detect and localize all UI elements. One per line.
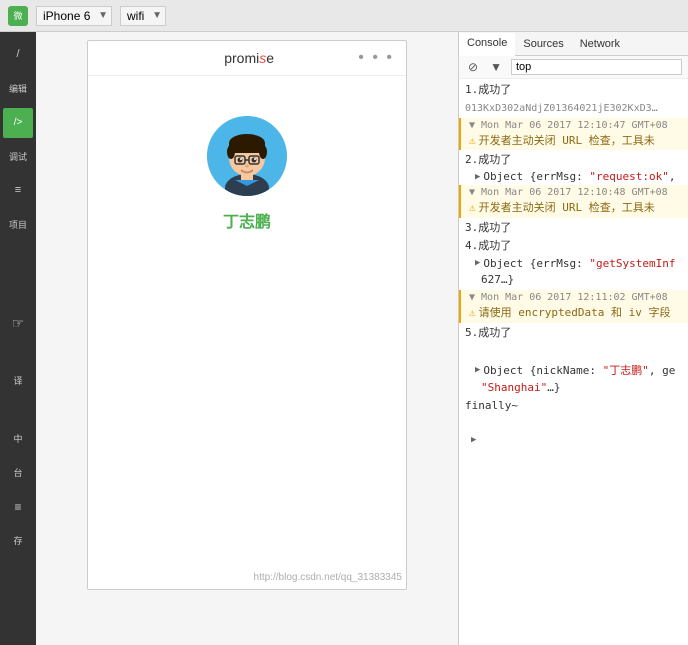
warning-header-3[interactable]: ▼ Mon Mar 06 2017 12:11:02 GMT+08 bbox=[465, 291, 688, 304]
log-object[interactable]: ▶ Object {nickName: "丁志鹏", ge bbox=[459, 361, 688, 379]
expand-icon: ▶ bbox=[475, 172, 480, 182]
sidebar-item-project[interactable]: 项目 bbox=[3, 210, 33, 240]
main-area: / 编辑 /> 调试 ≡ 项目 ☞ 译 中 台 ≡ bbox=[0, 32, 688, 645]
sidebar-label: 调试 bbox=[9, 152, 27, 163]
sidebar-item-edit[interactable]: 编辑 bbox=[3, 74, 33, 104]
phone-title-bar: promise • • • bbox=[88, 41, 406, 76]
clear-console-button[interactable]: ⊘ bbox=[465, 59, 481, 75]
sidebar-label: 台 bbox=[13, 468, 22, 479]
top-bar-controls: 微 iPhone 6 iPhone 5 iPad ▼ wifi 4G 3G ▼ bbox=[8, 6, 166, 26]
sidebar-item-zh[interactable]: 中 bbox=[3, 424, 33, 454]
device-selector[interactable]: iPhone 6 iPhone 5 iPad ▼ bbox=[36, 6, 112, 26]
sidebar-label: 存 bbox=[13, 536, 22, 547]
timestamp-3: ▼ Mon Mar 06 2017 12:11:02 GMT+08 bbox=[469, 292, 668, 303]
object-text: Object {errMsg: "getSystemInf bbox=[483, 257, 675, 270]
cursor-icon: ☞ bbox=[12, 315, 25, 332]
title-prefix: promi bbox=[224, 50, 259, 66]
tab-network[interactable]: Network bbox=[572, 32, 628, 55]
tab-sources[interactable]: Sources bbox=[515, 32, 571, 55]
log-finally: finally~ bbox=[459, 397, 688, 416]
sidebar-item-save[interactable]: 存 bbox=[3, 526, 33, 556]
sidebar-label: 译 bbox=[13, 376, 22, 387]
warning-text-1: 开发者主动关闭 URL 检查，工具未 bbox=[479, 133, 655, 148]
warning-icon-1: ⚠ bbox=[469, 134, 476, 147]
sidebar-item-slash[interactable]: / bbox=[3, 40, 33, 70]
sidebar-item-translate[interactable]: 译 bbox=[3, 366, 33, 396]
sidebar-item-platform[interactable]: 台 bbox=[3, 458, 33, 488]
warning-group-2: ▼ Mon Mar 06 2017 12:10:48 GMT+08 ⚠ 开发者主… bbox=[459, 185, 688, 217]
log-blank bbox=[459, 342, 688, 361]
sidebar-label: / bbox=[16, 48, 19, 61]
phone-title: promise bbox=[140, 50, 358, 66]
user-name: 丁志鹏 bbox=[223, 208, 271, 232]
log-line: 013KxD302aNdjZ01364021jE302KxD3… bbox=[459, 100, 688, 117]
log-line: 2.成功了 bbox=[459, 151, 688, 170]
log-line: 4.成功了 bbox=[459, 237, 688, 256]
sidebar-item-debug[interactable]: 调试 bbox=[3, 142, 33, 172]
sidebar-label: ≡ bbox=[15, 184, 21, 197]
warning-content-2: ⚠ 开发者主动关闭 URL 检查，工具未 bbox=[465, 199, 688, 216]
warning-group-3: ▼ Mon Mar 06 2017 12:11:02 GMT+08 ⚠ 请使用 … bbox=[459, 290, 688, 322]
devtools-tabs: Console Sources Network bbox=[459, 32, 688, 56]
top-bar: 微 iPhone 6 iPhone 5 iPad ▼ wifi 4G 3G ▼ bbox=[0, 0, 688, 32]
sidebar-label: ≡ bbox=[14, 500, 21, 514]
log-line: 1.成功了 bbox=[459, 81, 688, 100]
sidebar-label: 中 bbox=[13, 434, 22, 445]
device-select[interactable]: iPhone 6 iPhone 5 iPad bbox=[36, 6, 112, 26]
app-icon: 微 bbox=[8, 6, 28, 26]
warning-icon-3: ⚠ bbox=[469, 306, 476, 319]
wifi-select[interactable]: wifi 4G 3G bbox=[120, 6, 166, 26]
phone-frame: promise • • • bbox=[87, 40, 407, 590]
tab-console[interactable]: Console bbox=[459, 33, 515, 56]
log-object[interactable]: ▶ Object {errMsg: "getSystemInf bbox=[459, 256, 688, 271]
devtools-panel: Console Sources Network ⊘ ▼ 1.成功了 013KxD… bbox=[458, 32, 688, 645]
network-selector[interactable]: wifi 4G 3G ▼ bbox=[120, 6, 166, 26]
sidebar-item-menu[interactable]: ≡ bbox=[3, 176, 33, 206]
expand-icon: ▶ bbox=[471, 435, 476, 445]
title-suffix: e bbox=[266, 50, 274, 66]
log-blank2 bbox=[459, 416, 688, 435]
log-line: 5.成功了 bbox=[459, 324, 688, 343]
left-sidebar: / 编辑 /> 调试 ≡ 项目 ☞ 译 中 台 ≡ bbox=[0, 32, 36, 645]
sidebar-label: 项目 bbox=[9, 220, 27, 231]
devtools-content[interactable]: 1.成功了 013KxD302aNdjZ01364021jE302KxD3… ▼… bbox=[459, 79, 688, 645]
log-expand-row[interactable]: ▶ bbox=[459, 434, 688, 446]
devtools-toolbar: ⊘ ▼ bbox=[459, 56, 688, 79]
expand-icon: ▶ bbox=[475, 365, 480, 375]
filter-button[interactable]: ▼ bbox=[487, 59, 505, 75]
object-text: Object {nickName: "丁志鹏", ge bbox=[483, 362, 675, 378]
warning-content-1: ⚠ 开发者主动关闭 URL 检查，工具未 bbox=[465, 132, 688, 149]
user-avatar bbox=[207, 116, 287, 196]
timestamp-1: ▼ Mon Mar 06 2017 12:10:47 GMT+08 bbox=[469, 120, 668, 131]
log-continuation: "Shanghai"…} bbox=[459, 379, 688, 398]
phone-content: 丁志鹏 bbox=[88, 76, 406, 589]
phone-area: promise • • • bbox=[36, 32, 458, 645]
warning-text-2: 开发者主动关闭 URL 检查，工具未 bbox=[479, 200, 655, 215]
log-line: 3.成功了 bbox=[459, 219, 688, 238]
watermark: http://blog.csdn.net/qq_31383345 bbox=[254, 572, 402, 583]
expand-icon: ▶ bbox=[475, 258, 480, 268]
sidebar-label: /> bbox=[14, 117, 23, 129]
warning-text-3: 请使用 encryptedData 和 iv 字段 bbox=[479, 305, 671, 320]
sidebar-item-layers[interactable]: ≡ bbox=[3, 492, 33, 522]
warning-content-3: ⚠ 请使用 encryptedData 和 iv 字段 bbox=[465, 304, 688, 321]
log-continuation: 627…} bbox=[459, 271, 688, 290]
phone-menu-dots[interactable]: • • • bbox=[358, 49, 394, 67]
avatar-svg bbox=[207, 116, 287, 196]
warning-group-1: ▼ Mon Mar 06 2017 12:10:47 GMT+08 ⚠ 开发者主… bbox=[459, 118, 688, 150]
log-object[interactable]: ▶ Object {errMsg: "request:ok", bbox=[459, 169, 688, 184]
filter-input[interactable] bbox=[511, 59, 682, 75]
warning-icon-2: ⚠ bbox=[469, 201, 476, 214]
sidebar-item-cursor[interactable]: ☞ bbox=[3, 308, 33, 338]
timestamp-2: ▼ Mon Mar 06 2017 12:10:48 GMT+08 bbox=[469, 187, 668, 198]
warning-header-1[interactable]: ▼ Mon Mar 06 2017 12:10:47 GMT+08 bbox=[465, 119, 688, 132]
sidebar-item-code[interactable]: /> bbox=[3, 108, 33, 138]
sidebar-label: 编辑 bbox=[9, 84, 27, 95]
warning-header-2[interactable]: ▼ Mon Mar 06 2017 12:10:48 GMT+08 bbox=[465, 186, 688, 199]
object-text: Object {errMsg: "request:ok", bbox=[483, 170, 675, 183]
